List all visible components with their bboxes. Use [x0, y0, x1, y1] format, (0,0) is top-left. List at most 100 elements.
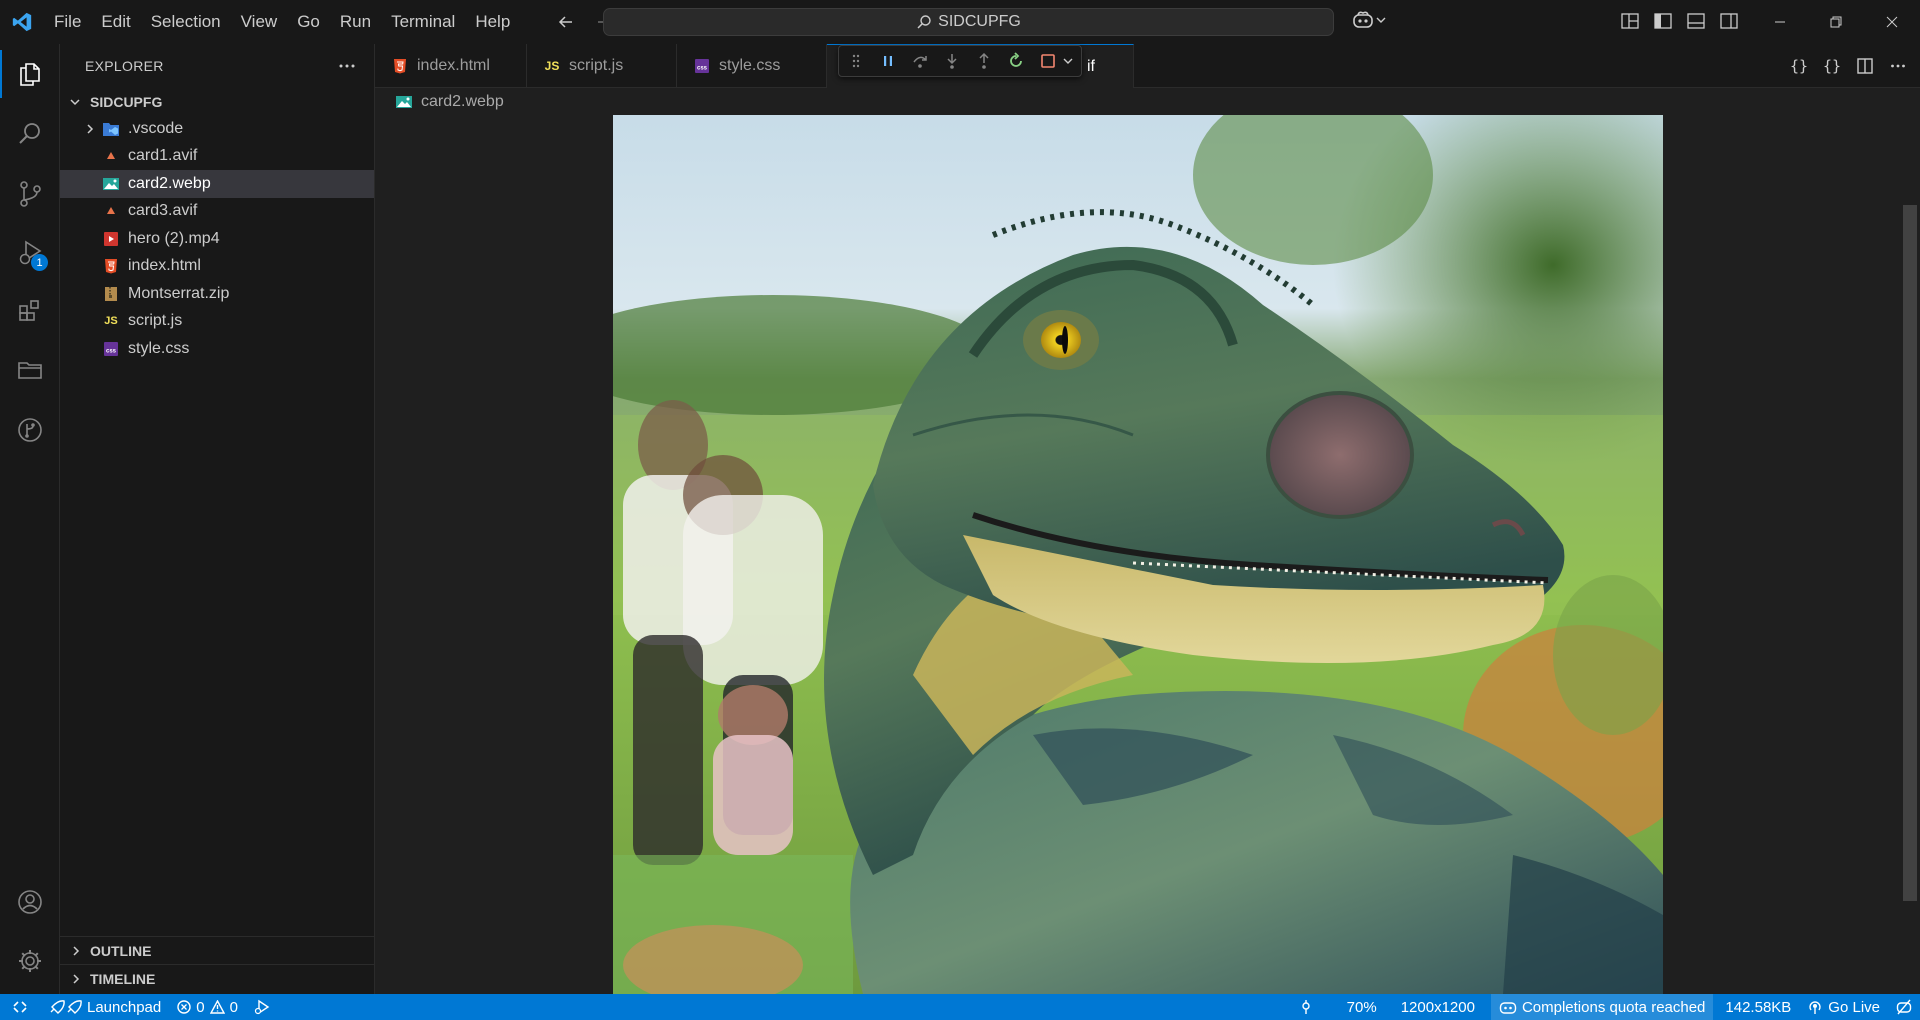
- menu-bar: File Edit Selection View Go Run Terminal…: [44, 0, 520, 44]
- chevron-down-icon: [68, 95, 84, 109]
- chevron-down-icon: [1376, 15, 1386, 25]
- layout-controls: [1620, 11, 1739, 31]
- step-into-icon[interactable]: [943, 52, 961, 70]
- menu-file[interactable]: File: [44, 0, 91, 44]
- editor-scrollbar[interactable]: [1900, 113, 1920, 994]
- customize-layout-icon[interactable]: [1620, 11, 1640, 31]
- debug-status[interactable]: [246, 994, 278, 1020]
- file-size-status[interactable]: 142.58KB: [1717, 994, 1799, 1020]
- rocket-icon: [48, 999, 82, 1015]
- image-dimensions-status[interactable]: 1200x1200: [1393, 994, 1483, 1020]
- stop-icon[interactable]: [1039, 52, 1057, 70]
- menu-go[interactable]: Go: [287, 0, 330, 44]
- explorer-header: EXPLORER: [60, 44, 374, 88]
- menu-edit[interactable]: Edit: [91, 0, 140, 44]
- files-icon: [16, 60, 44, 88]
- copilot-quota-label: Completions quota reached: [1521, 998, 1706, 1016]
- copilot-status[interactable]: [1888, 994, 1920, 1020]
- step-over-icon[interactable]: [911, 52, 929, 70]
- more-actions-icon[interactable]: [338, 63, 356, 69]
- chevron-right-icon: [68, 972, 84, 986]
- explorer-activity-button[interactable]: [0, 50, 60, 98]
- debug-run-icon: [254, 999, 270, 1015]
- drag-handle-icon[interactable]: [847, 52, 865, 70]
- git-graph-activity-button[interactable]: [0, 406, 60, 454]
- svg-text:css: css: [697, 66, 708, 72]
- warning-icon: [209, 1000, 225, 1014]
- problems-status[interactable]: 0 0: [169, 994, 246, 1020]
- close-icon[interactable]: [1864, 0, 1920, 44]
- js-file-icon: JS: [544, 59, 560, 73]
- outline-section-header[interactable]: OUTLINE: [60, 936, 375, 964]
- toggle-primary-sidebar-icon[interactable]: [1653, 11, 1673, 31]
- restore-icon[interactable]: [1808, 0, 1864, 44]
- timeline-section-header[interactable]: TIMELINE: [60, 964, 375, 992]
- avif-file-icon: [102, 147, 120, 165]
- format-braces-icon[interactable]: {}: [1789, 56, 1809, 76]
- remote-icon: [12, 999, 28, 1015]
- menu-selection[interactable]: Selection: [141, 0, 231, 44]
- tree-item-style-css[interactable]: css style.css: [60, 335, 374, 363]
- tab-label: script.js: [569, 57, 624, 74]
- source-control-activity-button[interactable]: [0, 170, 60, 218]
- source-control-icon: [16, 180, 44, 208]
- accounts-activity-button[interactable]: [0, 878, 60, 926]
- tree-item-hero-video[interactable]: hero (2).mp4: [60, 225, 374, 253]
- more-actions-icon[interactable]: [1888, 56, 1908, 76]
- remote-indicator[interactable]: [0, 994, 40, 1020]
- workspace-folder-row[interactable]: SIDCUPFG: [60, 88, 374, 115]
- search-activity-button[interactable]: [0, 110, 60, 158]
- extensions-activity-button[interactable]: [0, 286, 60, 334]
- location-icon: [1299, 999, 1313, 1015]
- tree-item-index-html[interactable]: index.html: [60, 253, 374, 281]
- go-live-status[interactable]: Go Live: [1799, 994, 1888, 1020]
- location-status[interactable]: [1291, 994, 1321, 1020]
- split-editor-icon[interactable]: [1855, 56, 1875, 76]
- tree-item-card1[interactable]: card1.avif: [60, 143, 374, 171]
- menu-help[interactable]: Help: [465, 0, 520, 44]
- step-out-icon[interactable]: [975, 52, 993, 70]
- scrollbar-thumb[interactable]: [1903, 205, 1917, 901]
- toggle-secondary-sidebar-icon[interactable]: [1719, 11, 1739, 31]
- tree-item-card2[interactable]: card2.webp: [60, 170, 374, 198]
- run-debug-activity-button[interactable]: 1: [0, 228, 60, 276]
- video-file-icon: [102, 230, 120, 248]
- copilot-quota-status[interactable]: Completions quota reached: [1490, 994, 1714, 1020]
- tree-item-vscode[interactable]: .vscode: [60, 115, 374, 143]
- command-center[interactable]: SIDCUPFG: [603, 8, 1334, 36]
- broadcast-icon: [1807, 999, 1823, 1015]
- html-file-icon: [102, 257, 120, 275]
- breadcrumb-file[interactable]: card2.webp: [421, 93, 504, 111]
- tab-script-js[interactable]: JS script.js: [527, 44, 677, 88]
- tree-item-card3[interactable]: card3.avif: [60, 198, 374, 226]
- go-live-label: Go Live: [1828, 998, 1880, 1016]
- tab-style-css[interactable]: css style.css: [677, 44, 827, 88]
- tab-index-html[interactable]: index.html: [375, 44, 527, 88]
- menu-run[interactable]: Run: [330, 0, 381, 44]
- restart-icon[interactable]: [1007, 52, 1025, 70]
- tree-item-script-js[interactable]: JS script.js: [60, 308, 374, 336]
- editor-actions: {} {}: [1789, 56, 1908, 76]
- project-manager-activity-button[interactable]: [0, 346, 60, 394]
- copilot-icon: [1499, 999, 1517, 1015]
- minimize-icon[interactable]: [1752, 0, 1808, 44]
- vscode-logo-icon: [0, 0, 44, 44]
- zip-file-icon: [102, 285, 120, 303]
- copilot-menu-button[interactable]: [1352, 10, 1386, 30]
- tree-item-label: style.css: [128, 339, 190, 357]
- chevron-down-icon[interactable]: [1059, 52, 1077, 70]
- launchpad-status[interactable]: Launchpad: [40, 994, 169, 1020]
- menu-terminal[interactable]: Terminal: [381, 0, 465, 44]
- toggle-panel-icon[interactable]: [1686, 11, 1706, 31]
- pause-icon[interactable]: [879, 52, 897, 70]
- breadcrumb: card2.webp: [395, 91, 504, 113]
- back-arrow-icon[interactable]: [556, 12, 576, 32]
- zoom-status[interactable]: 70%: [1339, 994, 1385, 1020]
- menu-view[interactable]: View: [231, 0, 288, 44]
- error-icon: [177, 1000, 191, 1014]
- json-braces-icon[interactable]: {}: [1822, 56, 1842, 76]
- tree-item-montserrat-zip[interactable]: Montserrat.zip: [60, 280, 374, 308]
- extensions-icon: [16, 296, 44, 324]
- debug-toolbar: [838, 45, 1082, 77]
- manage-activity-button[interactable]: [0, 937, 60, 985]
